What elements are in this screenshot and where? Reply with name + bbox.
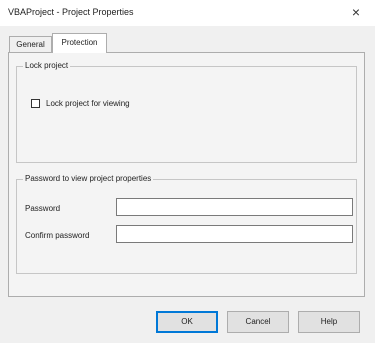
lock-project-legend: Lock project: [23, 61, 71, 70]
lock-project-checkbox-row[interactable]: Lock project for viewing: [31, 99, 130, 108]
confirm-password-input[interactable]: [116, 225, 353, 243]
password-input[interactable]: [116, 198, 353, 216]
lock-project-checkbox-label[interactable]: Lock project for viewing: [46, 99, 130, 108]
tab-general[interactable]: General: [9, 36, 52, 52]
lock-project-checkbox[interactable]: [31, 99, 40, 108]
title-bar: VBAProject - Project Properties ×: [0, 0, 375, 26]
password-label: Password: [25, 204, 61, 213]
password-group: Password to view project properties Pass…: [16, 174, 357, 274]
tab-protection[interactable]: Protection: [52, 33, 107, 53]
lock-project-group: Lock project Lock project for viewing: [16, 61, 357, 163]
window-title: VBAProject - Project Properties: [8, 7, 134, 17]
protection-tab-panel: Lock project Lock project for viewing Pa…: [8, 52, 365, 297]
close-icon[interactable]: ×: [345, 2, 367, 22]
password-group-legend: Password to view project properties: [23, 174, 154, 183]
cancel-button[interactable]: Cancel: [227, 311, 289, 333]
confirm-password-label: Confirm password: [25, 231, 90, 240]
dialog-body: General Protection Lock project Lock pro…: [0, 26, 375, 343]
help-button[interactable]: Help: [298, 311, 360, 333]
ok-button[interactable]: OK: [156, 311, 218, 333]
